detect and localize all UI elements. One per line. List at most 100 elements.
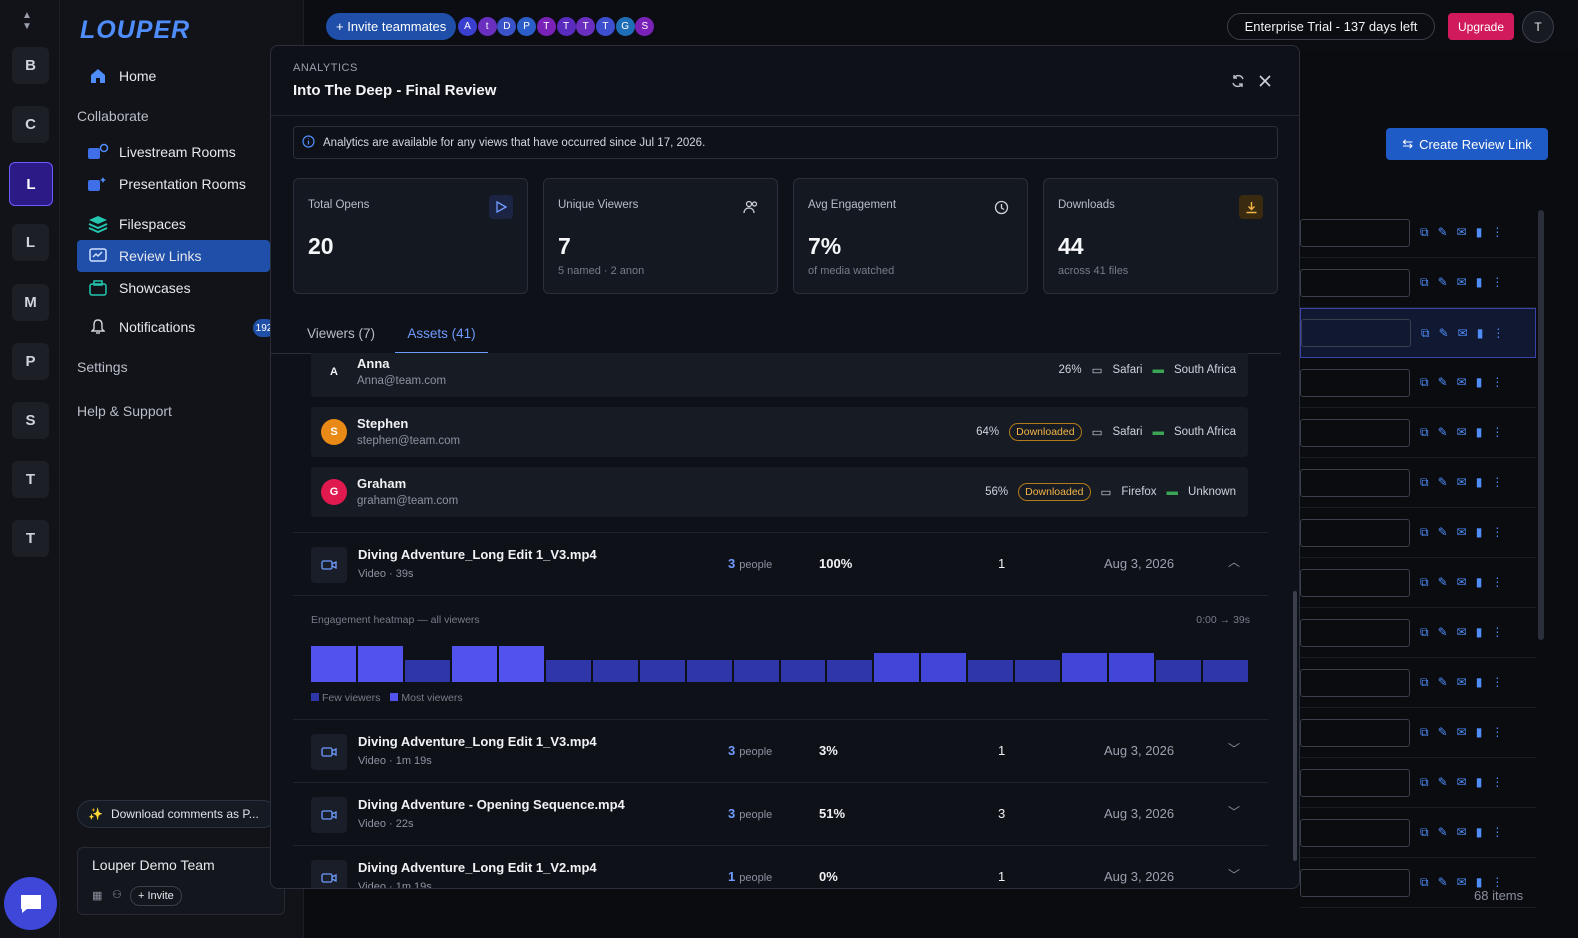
- link-field[interactable]: [1300, 668, 1410, 697]
- link-field[interactable]: [1300, 518, 1410, 547]
- link-field[interactable]: [1300, 718, 1410, 747]
- more-icon[interactable]: ⋮: [1491, 525, 1503, 540]
- mail-icon[interactable]: ✉: [1457, 725, 1467, 740]
- more-icon[interactable]: ⋮: [1491, 675, 1503, 690]
- workspace-p[interactable]: P: [12, 343, 49, 380]
- mail-icon[interactable]: ✉: [1457, 675, 1467, 690]
- edit-icon[interactable]: ✎: [1438, 375, 1448, 390]
- mail-icon[interactable]: ✉: [1457, 375, 1467, 390]
- analytics-icon[interactable]: ▮: [1476, 825, 1483, 840]
- teammate-avatar[interactable]: T: [595, 17, 615, 36]
- tab-viewers[interactable]: Viewers (7): [307, 316, 375, 354]
- link-field[interactable]: [1300, 868, 1410, 897]
- more-icon[interactable]: ⋮: [1491, 225, 1503, 240]
- copy-icon[interactable]: ⧉: [1420, 575, 1429, 590]
- workspace-s[interactable]: S: [12, 402, 49, 439]
- copy-icon[interactable]: ⧉: [1420, 625, 1429, 640]
- analytics-icon[interactable]: ▮: [1476, 225, 1483, 240]
- link-field[interactable]: [1300, 618, 1410, 647]
- analytics-icon[interactable]: ▮: [1477, 326, 1484, 341]
- workspace-t[interactable]: T: [12, 461, 49, 498]
- analytics-icon[interactable]: ▮: [1476, 725, 1483, 740]
- review-link-row[interactable]: ⧉ ✎ ✉ ▮ ⋮: [1300, 458, 1536, 508]
- more-icon[interactable]: ⋮: [1491, 375, 1503, 390]
- workspace-m[interactable]: M: [12, 284, 49, 321]
- review-link-row[interactable]: ⧉ ✎ ✉ ▮ ⋮: [1300, 258, 1536, 308]
- mail-icon[interactable]: ✉: [1457, 575, 1467, 590]
- analytics-icon[interactable]: ▮: [1476, 675, 1483, 690]
- link-field[interactable]: [1300, 418, 1410, 447]
- review-link-row[interactable]: ⧉ ✎ ✉ ▮ ⋮: [1300, 358, 1536, 408]
- edit-icon[interactable]: ✎: [1438, 525, 1448, 540]
- mail-icon[interactable]: ✉: [1457, 625, 1467, 640]
- nav-settings[interactable]: Settings: [77, 359, 128, 375]
- edit-icon[interactable]: ✎: [1438, 725, 1448, 740]
- more-icon[interactable]: ⋮: [1491, 775, 1503, 790]
- mail-icon[interactable]: ✉: [1458, 326, 1468, 341]
- mail-icon[interactable]: ✉: [1457, 225, 1467, 240]
- nav-review-links[interactable]: Review Links: [77, 240, 270, 272]
- viewer-row[interactable]: S Stephen stephen@team.com 64% Downloaded ▭ Sa…: [311, 407, 1248, 457]
- viewer-row[interactable]: G Graham graham@team.com 56% Downloaded ▭ Fire…: [311, 467, 1248, 517]
- chevron-down-icon[interactable]: ﹀: [1228, 803, 1240, 820]
- teammate-avatar[interactable]: A: [458, 17, 477, 36]
- mail-icon[interactable]: ✉: [1457, 775, 1467, 790]
- copy-icon[interactable]: ⧉: [1420, 225, 1429, 240]
- copy-icon[interactable]: ⧉: [1420, 375, 1429, 390]
- edit-icon[interactable]: ✎: [1439, 326, 1449, 341]
- upgrade-button[interactable]: Upgrade: [1448, 13, 1514, 40]
- more-icon[interactable]: ⋮: [1491, 825, 1503, 840]
- edit-icon[interactable]: ✎: [1438, 225, 1448, 240]
- asset-row[interactable]: Diving Adventure_Long Edit 1_V3.mp4 Video…: [293, 532, 1268, 595]
- workspace-b[interactable]: B: [12, 47, 49, 84]
- review-link-row[interactable]: ⧉ ✎ ✉ ▮ ⋮: [1300, 208, 1536, 258]
- review-link-row[interactable]: ⧉ ✎ ✉ ▮ ⋮: [1300, 658, 1536, 708]
- link-field[interactable]: [1300, 768, 1410, 797]
- analytics-icon[interactable]: ▮: [1476, 525, 1483, 540]
- edit-icon[interactable]: ✎: [1438, 425, 1448, 440]
- analytics-icon[interactable]: ▮: [1476, 375, 1483, 390]
- workspace-l[interactable]: L: [12, 224, 49, 261]
- mail-icon[interactable]: ✉: [1457, 475, 1467, 490]
- copy-icon[interactable]: ⧉: [1420, 725, 1429, 740]
- mail-icon[interactable]: ✉: [1457, 875, 1467, 890]
- invite-teammates-button[interactable]: + Invite teammates: [326, 13, 457, 40]
- review-link-row[interactable]: ⧉ ✎ ✉ ▮ ⋮: [1300, 758, 1536, 808]
- mail-icon[interactable]: ✉: [1457, 825, 1467, 840]
- copy-icon[interactable]: ⧉: [1421, 326, 1430, 341]
- more-icon[interactable]: ⋮: [1491, 725, 1503, 740]
- viewer-row[interactable]: A Anna Anna@team.com 26% ▭ Safari ▬ South Afric…: [311, 353, 1248, 397]
- link-field[interactable]: [1300, 368, 1410, 397]
- nav-help-support[interactable]: Help & Support: [77, 403, 172, 419]
- background-scrollbar[interactable]: [1538, 210, 1544, 640]
- analytics-icon[interactable]: ▮: [1476, 775, 1483, 790]
- download-comments-banner[interactable]: ✨ Download comments as P...: [77, 800, 277, 828]
- review-link-row[interactable]: ⧉ ✎ ✉ ▮ ⋮: [1300, 308, 1536, 358]
- more-icon[interactable]: ⋮: [1491, 625, 1503, 640]
- mail-icon[interactable]: ✉: [1457, 425, 1467, 440]
- workspace-c[interactable]: C: [12, 106, 49, 143]
- chevron-down-icon[interactable]: ﹀: [1228, 866, 1240, 883]
- workspace-t-2[interactable]: T: [12, 520, 49, 557]
- edit-icon[interactable]: ✎: [1438, 575, 1448, 590]
- close-icon[interactable]: [1256, 72, 1274, 90]
- more-icon[interactable]: ⋮: [1491, 475, 1503, 490]
- link-field[interactable]: [1300, 268, 1410, 297]
- edit-icon[interactable]: ✎: [1438, 475, 1448, 490]
- chevron-down-icon[interactable]: ﹀: [1228, 740, 1240, 757]
- modal-scrollbar[interactable]: [1293, 591, 1297, 861]
- copy-icon[interactable]: ⧉: [1420, 675, 1429, 690]
- workspace-l-active[interactable]: L: [9, 162, 53, 206]
- collapse-icon[interactable]: ▲ ▼: [22, 10, 32, 32]
- link-field[interactable]: [1300, 468, 1410, 497]
- user-avatar[interactable]: T: [1522, 11, 1554, 43]
- analytics-icon[interactable]: ▮: [1476, 275, 1483, 290]
- edit-icon[interactable]: ✎: [1438, 675, 1448, 690]
- tab-assets[interactable]: Assets (41): [395, 316, 488, 354]
- more-icon[interactable]: ⋮: [1491, 575, 1503, 590]
- chevron-up-icon[interactable]: ︿: [1228, 553, 1240, 570]
- teammate-avatar[interactable]: t: [477, 17, 497, 36]
- edit-icon[interactable]: ✎: [1438, 875, 1448, 890]
- edit-icon[interactable]: ✎: [1438, 775, 1448, 790]
- review-link-row[interactable]: ⧉ ✎ ✉ ▮ ⋮: [1300, 708, 1536, 758]
